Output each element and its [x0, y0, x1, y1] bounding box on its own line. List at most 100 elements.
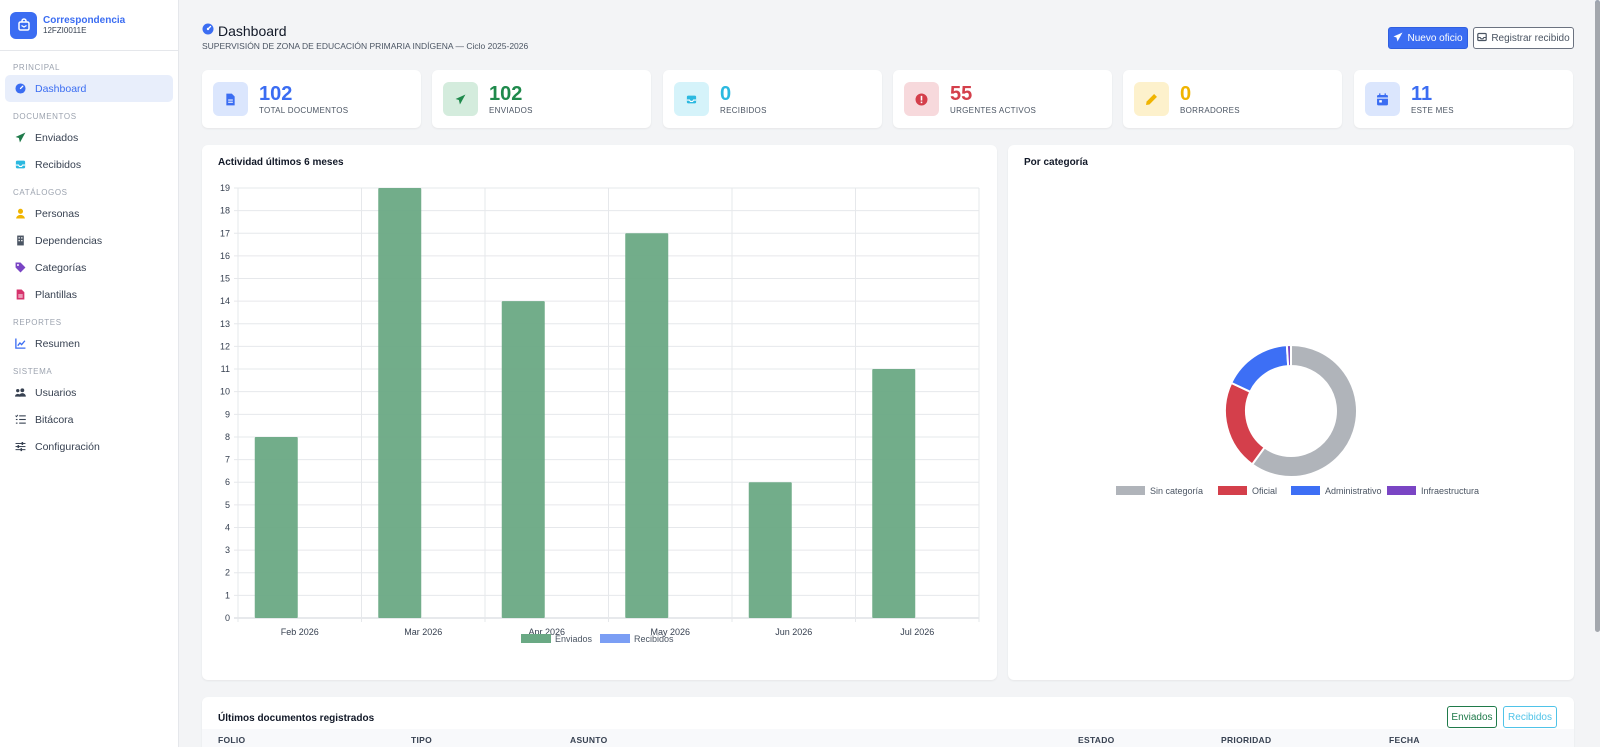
- sidebar-item-bitacora[interactable]: Bitácora: [5, 406, 173, 433]
- sidebar-item-resumen[interactable]: Resumen: [5, 330, 173, 357]
- column-header[interactable]: TIPO: [411, 735, 432, 745]
- bar-enviados[interactable]: [748, 482, 792, 618]
- stat-label: ESTE MES: [1411, 105, 1454, 115]
- column-header[interactable]: ESTADO: [1078, 735, 1115, 745]
- sidebar-item-label: Dependencias: [35, 234, 103, 247]
- sidebar-item-label: Resumen: [35, 337, 80, 350]
- y-tick-label: 15: [220, 274, 230, 284]
- sidebar-item-label: Bitácora: [35, 413, 74, 426]
- register-received-button[interactable]: Registrar recibido: [1473, 27, 1574, 49]
- y-tick-label: 19: [220, 183, 230, 193]
- donut-slice-oficial[interactable]: [1224, 381, 1266, 466]
- x-tick-label: Jun 2026: [775, 627, 812, 637]
- sidebar-item-personas[interactable]: Personas: [5, 200, 173, 227]
- y-tick-label: 2: [225, 568, 230, 578]
- column-header[interactable]: FOLIO: [218, 735, 245, 745]
- sidebar-item-label: Plantillas: [35, 288, 78, 301]
- y-tick-label: 8: [225, 432, 230, 442]
- y-tick-label: 0: [225, 613, 230, 623]
- stat-card-este-mes[interactable]: 11 ESTE MES: [1354, 70, 1573, 128]
- sidebar-item-label: Usuarios: [35, 386, 77, 399]
- stat-label: URGENTES ACTIVOS: [950, 105, 1037, 115]
- table-header: FOLIO TIPO ASUNTO ESTADO PRIORIDAD FECHA: [202, 729, 1574, 747]
- sidebar-item-plantillas[interactable]: Plantillas: [5, 281, 173, 308]
- legend-swatch: [1387, 486, 1416, 495]
- stat-card-borradores[interactable]: 0 BORRADORES: [1123, 70, 1342, 128]
- inbox-icon: [1477, 32, 1491, 45]
- category-chart-card: Por categoría Sin categoría Oficial Admini…: [1008, 145, 1574, 680]
- bar-enviados[interactable]: [625, 233, 669, 618]
- activity-bar-chart: 012345678910111213141516171819Feb 2026 Ma…: [220, 183, 980, 644]
- page-subtitle: SUPERVISIÓN DE ZONA DE EDUCACIÓN PRIMARI…: [202, 41, 529, 51]
- inbox-icon: [15, 159, 26, 170]
- new-letter-label: Nuevo oficio: [1407, 32, 1463, 44]
- file-icon: [15, 289, 26, 300]
- stat-value: 102: [259, 82, 293, 105]
- legend-swatch: [1291, 486, 1320, 495]
- page-scrollbar[interactable]: [1595, 2, 1600, 632]
- sidebar-item-usuarios[interactable]: Usuarios: [5, 379, 173, 406]
- sidebar-item-recibidos[interactable]: Recibidos: [5, 151, 173, 178]
- brand[interactable]: Correspondencia 12FZI0011E: [0, 0, 178, 51]
- stat-label: TOTAL DOCUMENTOS: [259, 105, 349, 115]
- legend-swatch: [521, 634, 551, 643]
- sidebar-item-label: Categorías: [35, 261, 87, 274]
- brand-logo-icon: [10, 11, 37, 39]
- document-icon: [213, 82, 248, 116]
- sidebar-item-dependencias[interactable]: Dependencias: [5, 227, 173, 254]
- sidebar-item-dashboard[interactable]: Dashboard: [5, 75, 173, 102]
- stat-card-enviados[interactable]: 102 ENVIADOS: [432, 70, 651, 128]
- new-letter-button[interactable]: Nuevo oficio: [1388, 27, 1468, 49]
- stat-card-urgentes-activos[interactable]: 55 URGENTES ACTIVOS: [893, 70, 1112, 128]
- y-tick-label: 9: [225, 409, 230, 419]
- y-tick-label: 16: [220, 251, 230, 261]
- y-tick-label: 1: [225, 590, 230, 600]
- tab-sent[interactable]: Enviados: [1447, 706, 1497, 728]
- x-tick-label: Mar 2026: [404, 627, 442, 637]
- sidebar-item-label: Personas: [35, 207, 80, 220]
- bar-enviados[interactable]: [501, 301, 545, 618]
- list-icon: [15, 414, 26, 425]
- y-tick-label: 18: [220, 206, 230, 216]
- y-tick-label: 17: [220, 228, 230, 238]
- bar-enviados[interactable]: [872, 369, 916, 618]
- legend-swatch: [1116, 486, 1145, 495]
- bar-enviados[interactable]: [254, 436, 298, 618]
- activity-chart-card: Actividad últimos 6 meses 0 1 2 3 4 5 6 7 8 9 10 11…: [202, 145, 997, 680]
- legend-label[interactable]: Oficial: [1252, 486, 1277, 496]
- stat-value: 0: [720, 82, 732, 105]
- brand-title: Correspondencia: [43, 14, 126, 26]
- nav-section-label: CATÁLOGOS: [13, 188, 68, 197]
- legend-label[interactable]: Enviados: [555, 634, 593, 644]
- column-header[interactable]: PRIORIDAD: [1221, 735, 1271, 745]
- paper-plane-icon: [1393, 32, 1407, 45]
- building-icon: [15, 235, 26, 246]
- dashboard-icon: [202, 22, 214, 40]
- tab-received[interactable]: Recibidos: [1503, 706, 1557, 728]
- tags-icon: [15, 262, 26, 273]
- column-header[interactable]: ASUNTO: [570, 735, 608, 745]
- y-tick-label: 10: [220, 387, 230, 397]
- sidebar: Correspondencia 12FZI0011E PRINCIPAL Dash…: [0, 0, 1600, 747]
- sidebar-item-categorias[interactable]: Categorías: [5, 254, 173, 281]
- legend-label[interactable]: Administrativo: [1325, 486, 1382, 496]
- bar-enviados[interactable]: [378, 188, 422, 618]
- sidebar-item-configuracion[interactable]: Configuración: [5, 433, 173, 460]
- stat-card-total-documentos[interactable]: 102 TOTAL DOCUMENTOS: [202, 70, 421, 128]
- x-tick-label: Feb 2026: [281, 627, 319, 637]
- donut-slice-infraestructura[interactable]: [1285, 343, 1292, 368]
- column-header[interactable]: FECHA: [1389, 735, 1420, 745]
- legend-label[interactable]: Recibidos: [634, 634, 674, 644]
- sidebar-item-enviados[interactable]: Enviados: [5, 124, 173, 151]
- y-tick-label: 3: [225, 545, 230, 555]
- legend-label[interactable]: Sin categoría: [1150, 486, 1203, 496]
- nav-section-label: DOCUMENTOS: [13, 112, 77, 121]
- legend-label[interactable]: Infraestructura: [1421, 486, 1479, 496]
- page-title: Dashboard: [218, 23, 287, 39]
- stat-card-recibidos[interactable]: 0 RECIBIDOS: [663, 70, 882, 128]
- calendar-icon: [1365, 82, 1400, 116]
- sidebar-item-label: Configuración: [35, 440, 100, 453]
- donut-slice-administrativo[interactable]: [1229, 344, 1290, 394]
- person-icon: [15, 208, 26, 219]
- sliders-icon: [15, 441, 26, 452]
